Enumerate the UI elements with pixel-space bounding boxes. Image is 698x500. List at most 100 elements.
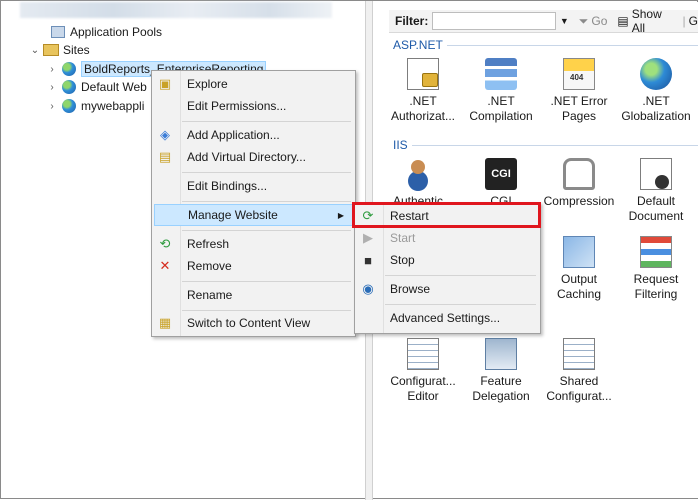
feature-net-authorization[interactable]: .NET Authorizat... — [385, 58, 461, 124]
browse-icon: ◉ — [362, 281, 374, 296]
menu-item-refresh[interactable]: ⟲ Refresh — [154, 233, 353, 255]
tree-item-application-pools[interactable]: Application Pools — [50, 23, 162, 41]
app-pools-icon — [50, 24, 66, 40]
menu-item-add-virtual-directory[interactable]: ▤ Add Virtual Directory... — [154, 146, 353, 168]
feature-label: Output Caching — [556, 272, 602, 301]
expand-chevron-icon[interactable]: › — [47, 82, 57, 93]
request-filtering-icon — [640, 236, 672, 268]
menu-separator — [182, 281, 351, 282]
menu-separator — [182, 201, 351, 202]
menu-item-label: Edit Permissions... — [187, 99, 287, 113]
tree-item-sites[interactable]: ⌄ Sites — [30, 41, 90, 59]
filter-dropdown-icon[interactable]: ▼ — [560, 16, 569, 26]
menu-item-advanced-settings[interactable]: Advanced Settings... — [357, 307, 538, 329]
authentication-icon — [407, 158, 439, 190]
feature-net-error-pages[interactable]: .NET Error Pages — [541, 58, 617, 124]
menu-item-label: Manage Website — [188, 208, 278, 222]
menu-item-label: Remove — [187, 259, 232, 273]
menu-item-label: Explore — [187, 77, 228, 91]
menu-item-switch-to-content-view[interactable]: ▦ Switch to Content View — [154, 312, 353, 334]
feature-label: Request Filtering — [633, 272, 679, 301]
menu-item-label: Rename — [187, 288, 233, 302]
toolbar-divider: | — [682, 14, 686, 28]
tree-item-label: Default Web — [81, 80, 147, 94]
feature-shared-configuration[interactable]: Shared Configurat... — [541, 338, 617, 404]
feature-net-compilation[interactable]: .NET Compilation — [463, 58, 539, 124]
site-context-menu: ▣ Explore Edit Permissions... ◈ Add Appl… — [151, 70, 356, 337]
menu-item-label: Refresh — [187, 237, 230, 251]
feature-label: Compression — [543, 194, 615, 208]
add-application-icon: ◈ — [160, 127, 170, 142]
feature-label: Default Document — [628, 194, 684, 223]
menu-item-label: Stop — [390, 253, 415, 267]
menu-item-explore[interactable]: ▣ Explore — [154, 73, 353, 95]
menu-item-start[interactable]: ▶ Start — [357, 227, 538, 249]
collapse-chevron-icon[interactable]: ⌄ — [30, 45, 40, 56]
globe-icon — [61, 61, 77, 77]
explore-folder-icon: ▣ — [158, 76, 172, 91]
show-all-button[interactable]: ▤ Show All — [617, 7, 676, 35]
expand-chevron-icon[interactable]: › — [47, 64, 57, 75]
output-caching-icon — [563, 236, 595, 268]
menu-item-label: Start — [390, 231, 416, 245]
feature-label: .NET Error Pages — [550, 94, 608, 123]
default-document-icon — [640, 158, 672, 190]
filter-toolbar: Filter: ▼ ⏷ Go ▤ Show All | G — [389, 7, 698, 35]
menu-item-label: Edit Bindings... — [187, 179, 268, 193]
section-header-iis: IIS — [393, 138, 698, 152]
feature-output-caching[interactable]: Output Caching — [541, 236, 617, 302]
globe-icon — [61, 79, 77, 95]
menu-separator — [385, 275, 536, 276]
menu-item-add-application[interactable]: ◈ Add Application... — [154, 124, 353, 146]
feature-label: Configurat... Editor — [390, 374, 456, 403]
section-header-aspnet: ASP.NET — [393, 38, 698, 52]
feature-label: Shared Configurat... — [546, 374, 612, 403]
globalization-icon — [640, 58, 672, 90]
menu-item-stop[interactable]: ■ Stop — [357, 249, 538, 271]
menu-item-remove[interactable]: ✕ Remove — [154, 255, 353, 277]
menu-separator — [182, 310, 351, 311]
tree-item-default-web-site[interactable]: › Default Web — [47, 78, 147, 96]
feature-label: Feature Delegation — [472, 374, 530, 403]
sites-folder-icon — [43, 42, 59, 58]
menu-item-label: Add Application... — [187, 128, 280, 142]
feature-label: .NET Globalization — [621, 94, 691, 123]
compression-icon — [563, 158, 595, 190]
menu-item-browse[interactable]: ◉ Browse — [357, 278, 538, 300]
globe-icon — [61, 98, 77, 114]
tree-item-mywebapp-site[interactable]: › mywebappli — [47, 97, 144, 115]
feature-label: .NET Compilation — [469, 94, 533, 123]
expand-chevron-icon[interactable]: › — [47, 101, 57, 112]
tree-item-label: Application Pools — [70, 25, 163, 39]
filter-input[interactable] — [432, 12, 556, 30]
menu-item-label: Add Virtual Directory... — [187, 150, 306, 164]
compilation-icon — [485, 58, 517, 90]
group-by-label-truncated: G — [688, 14, 698, 28]
iis-manager-window: Application Pools ⌄ Sites › BoldReports_… — [0, 0, 698, 500]
feature-request-filtering[interactable]: Request Filtering — [618, 236, 694, 302]
stop-square-icon: ■ — [364, 252, 372, 268]
refresh-icon: ⟲ — [159, 236, 171, 251]
content-view-icon: ▦ — [158, 315, 172, 330]
feature-configuration-editor[interactable]: Configurat... Editor — [385, 338, 461, 404]
menu-item-edit-bindings[interactable]: Edit Bindings... — [154, 175, 353, 197]
tree-item-label: Sites — [63, 43, 90, 57]
feature-default-document[interactable]: Default Document — [618, 158, 694, 224]
filter-label: Filter: — [395, 14, 429, 28]
menu-item-edit-permissions[interactable]: Edit Permissions... — [154, 95, 353, 117]
menu-separator — [182, 121, 351, 122]
tree-item-label: mywebappli — [81, 99, 145, 113]
feature-net-globalization[interactable]: .NET Globalization — [618, 58, 694, 124]
go-label: Go — [591, 14, 608, 28]
funnel-icon: ⏷ — [578, 13, 589, 28]
menu-item-rename[interactable]: Rename — [154, 284, 353, 306]
menu-item-manage-website[interactable]: Manage Website ▶ — [154, 204, 353, 226]
feature-feature-delegation[interactable]: Feature Delegation — [463, 338, 539, 404]
show-all-icon: ▤ — [617, 14, 629, 28]
go-button[interactable]: ⏷ Go — [579, 14, 608, 29]
configuration-editor-icon — [407, 338, 439, 370]
blurred-server-node[interactable] — [20, 2, 332, 18]
feature-compression[interactable]: Compression — [541, 158, 617, 209]
menu-separator — [385, 304, 536, 305]
start-play-icon: ▶ — [363, 230, 373, 245]
